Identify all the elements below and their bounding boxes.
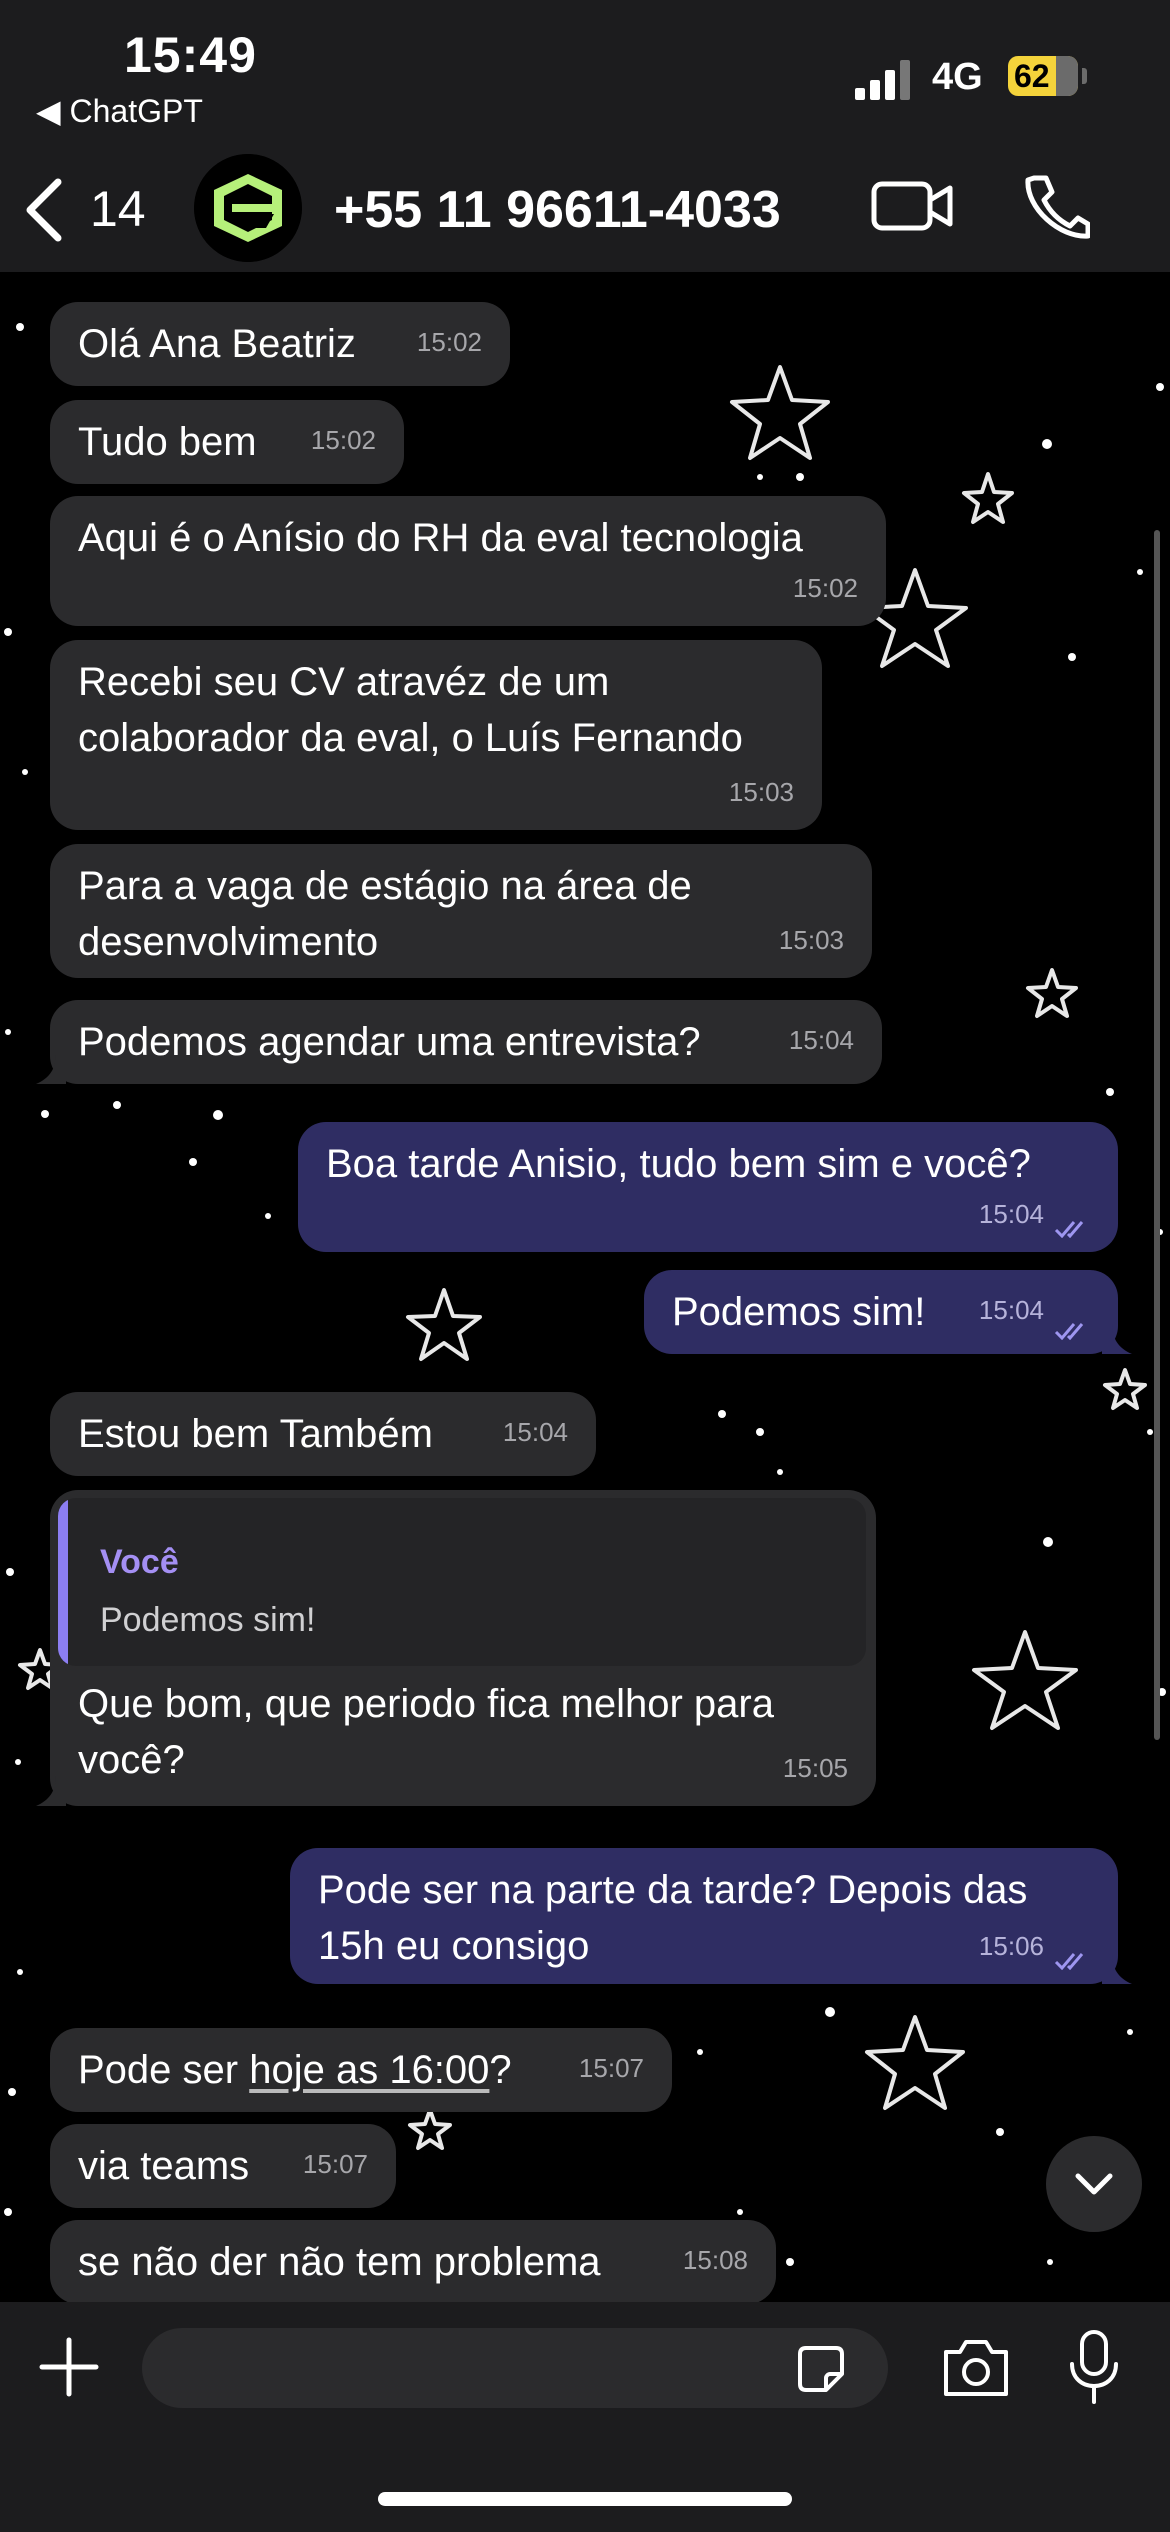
plus-icon[interactable] — [36, 2334, 102, 2400]
message-time: 15:08 — [682, 2245, 748, 2275]
message-incoming[interactable]: Podemos agendar uma entrevista? 15:04 — [36, 1000, 882, 1084]
message-time: 15:04 — [788, 1025, 854, 1055]
message-time: 15:06 — [978, 1931, 1044, 1961]
message-time: 15:02 — [416, 327, 482, 357]
double-check-icon — [1054, 1323, 1084, 1340]
video-call-icon[interactable] — [870, 176, 954, 236]
message-text: Aqui é o Anísio do RH da eval tecnologia — [78, 516, 803, 560]
message-outgoing[interactable]: Pode ser na parte da tarde? Depois das 1… — [290, 1848, 1132, 1984]
message-incoming[interactable]: Olá Ana Beatriz 15:02 — [50, 302, 510, 386]
unread-count[interactable]: 14 — [90, 180, 146, 238]
message-text: Pode ser hoje as 16:00? — [78, 2042, 512, 2098]
message-text: Tudo bem — [78, 420, 257, 464]
bubble-tail — [36, 1776, 66, 1806]
status-time: 15:49 — [124, 27, 257, 83]
message-text-suffix: ? — [489, 2048, 512, 2092]
composer-bar — [0, 2302, 1170, 2532]
message-text: Recebi seu CV atravéz de um colaborador … — [78, 660, 743, 760]
message-input[interactable] — [142, 2328, 888, 2408]
message-outgoing[interactable]: Boa tarde Anisio, tudo bem sim e você? 1… — [298, 1122, 1118, 1252]
message-incoming-reply[interactable]: Você Podemos sim! Que bom, que periodo f… — [36, 1490, 876, 1806]
microphone-icon[interactable] — [1068, 2328, 1120, 2406]
message-incoming[interactable]: se não der não tem problema 15:08 — [50, 2220, 776, 2302]
message-outgoing[interactable]: Podemos sim! 15:04 — [644, 1270, 1132, 1354]
signal-icon — [855, 60, 911, 100]
message-time: 15:03 — [778, 925, 844, 955]
quote-text: Podemos sim! — [100, 1601, 316, 1639]
chat-area: Olá Ana Beatriz 15:02 Tudo bem 15:02 Aqu… — [0, 272, 1170, 2302]
message-incoming[interactable]: via teams 15:07 — [50, 2124, 396, 2208]
message-incoming[interactable]: Estou bem Também 15:04 — [50, 1392, 596, 1476]
message-text-prefix: Pode ser — [78, 2048, 250, 2092]
message-incoming[interactable]: Aqui é o Anísio do RH da eval tecnologia… — [50, 496, 886, 626]
message-time: 15:02 — [792, 573, 858, 603]
message-text: via teams — [78, 2144, 250, 2188]
network-type: 4G — [932, 56, 983, 98]
bubble-tail — [1102, 1324, 1132, 1354]
phone-call-icon[interactable] — [1020, 172, 1090, 242]
bubble-tail — [36, 1054, 66, 1084]
message-text: Olá Ana Beatriz — [78, 322, 356, 366]
message-text: Que bom, que periodo fica melhor para vo… — [78, 1682, 774, 1782]
message-incoming[interactable]: Tudo bem 15:02 — [50, 400, 404, 484]
battery-level: 62 — [1014, 58, 1050, 94]
back-chevron-icon[interactable] — [24, 178, 64, 242]
message-time: 15:02 — [310, 425, 376, 455]
avatar-logo-icon[interactable] — [194, 154, 302, 262]
message-time: 15:03 — [728, 777, 794, 807]
double-check-icon — [1054, 1221, 1084, 1238]
message-incoming[interactable]: Para a vaga de estágio na área de desenv… — [50, 844, 872, 978]
scroll-to-bottom-button[interactable] — [1046, 2136, 1142, 2232]
message-text: se não der não tem problema — [78, 2240, 601, 2284]
message-incoming[interactable]: Pode ser hoje as 16:00? 15:07 — [50, 2028, 672, 2112]
message-incoming[interactable]: Recebi seu CV atravéz de um colaborador … — [50, 640, 822, 830]
camera-icon[interactable] — [940, 2334, 1012, 2400]
message-text: Estou bem Também — [78, 1412, 433, 1456]
battery-tip — [1082, 68, 1087, 84]
quote-author: Você — [100, 1543, 179, 1581]
message-text: Podemos agendar uma entrevista? — [78, 1020, 701, 1064]
chat-header: 14 +55 11 96611-4033 — [0, 150, 1170, 273]
contact-name[interactable]: +55 11 96611-4033 — [334, 180, 781, 240]
quote-accent-bar — [58, 1498, 68, 1666]
status-bar: 15:49 ◀ ChatGPT 4G 62 — [0, 0, 1170, 150]
message-text: Boa tarde Anisio, tudo bem sim e você? — [326, 1142, 1031, 1186]
message-time: 15:05 — [782, 1753, 848, 1783]
bubble-tail — [1102, 1954, 1132, 1984]
message-text: Para a vaga de estágio na área de desenv… — [78, 864, 692, 964]
quoted-message[interactable]: Você Podemos sim! — [58, 1498, 866, 1666]
scrollbar[interactable] — [1154, 530, 1160, 1740]
battery-icon: 62 — [1008, 56, 1078, 96]
double-check-icon — [1054, 1953, 1084, 1970]
message-time: 15:07 — [578, 2053, 644, 2083]
sticker-icon[interactable] — [792, 2340, 850, 2398]
chevron-down-icon — [1075, 2173, 1113, 2195]
message-time: 15:04 — [978, 1295, 1044, 1325]
message-time: 15:04 — [978, 1199, 1044, 1229]
message-text: Pode ser na parte da tarde? Depois das 1… — [318, 1868, 1028, 1968]
back-to-app-link[interactable]: ◀ ChatGPT — [36, 92, 203, 130]
message-time: 15:07 — [302, 2149, 368, 2179]
message-time: 15:04 — [502, 1417, 568, 1447]
home-indicator[interactable] — [378, 2492, 792, 2506]
date-link[interactable]: hoje as 16:00 — [249, 2048, 489, 2092]
message-text: Podemos sim! — [672, 1290, 926, 1334]
